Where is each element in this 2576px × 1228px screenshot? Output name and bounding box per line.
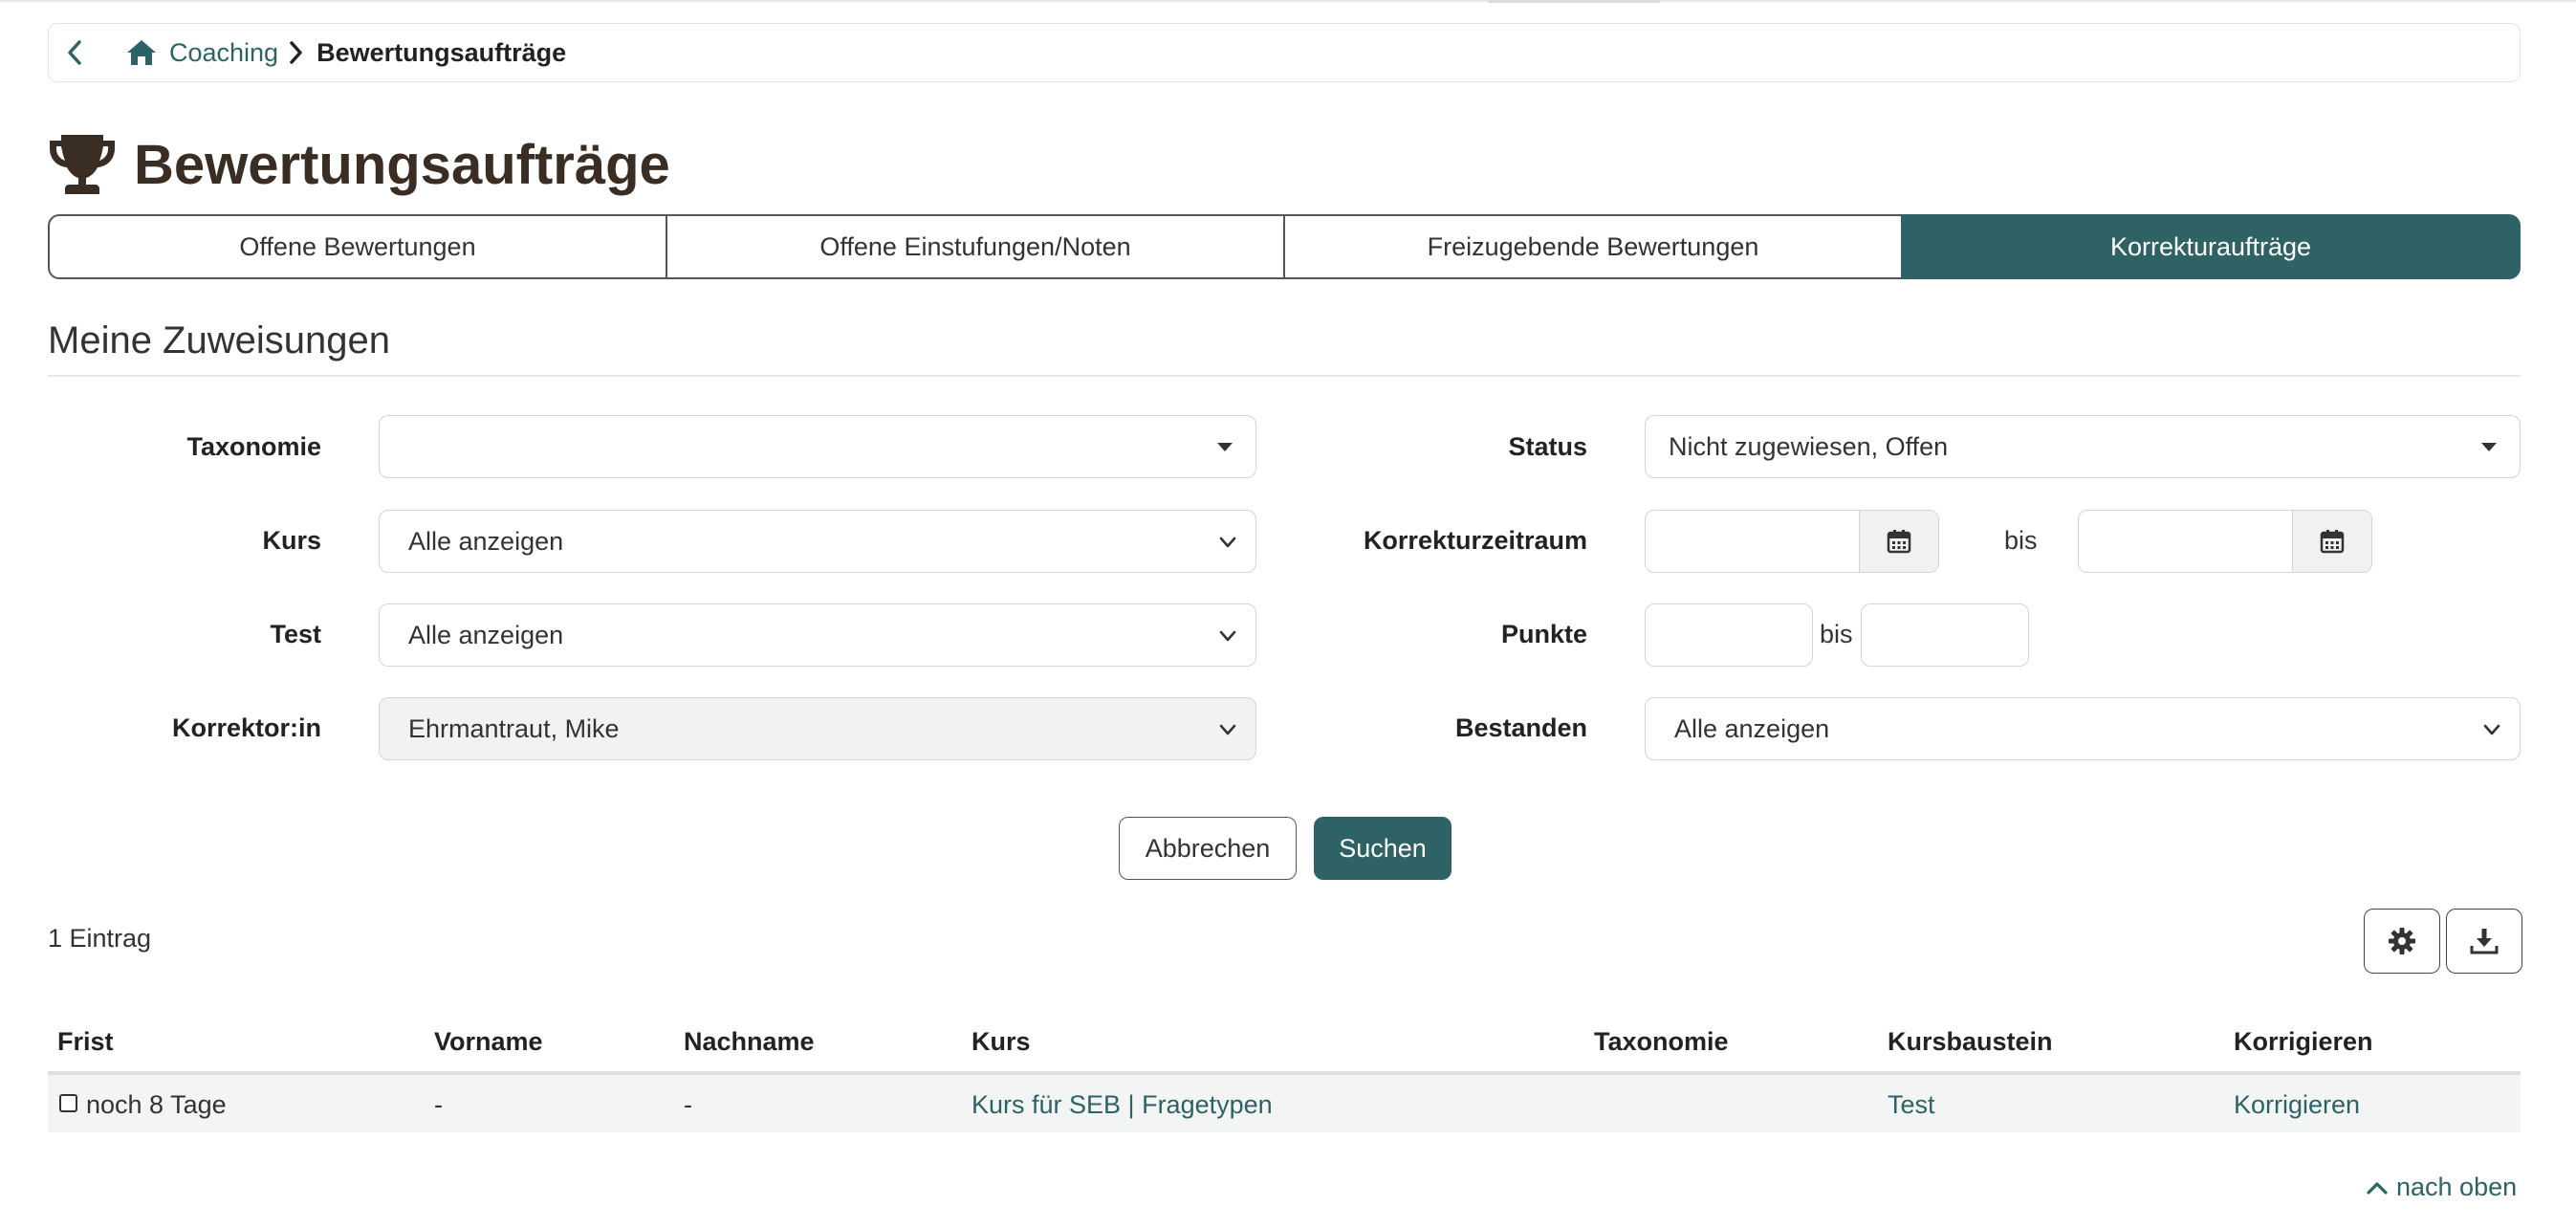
column-header-taxonomie[interactable]: Taxonomie xyxy=(1594,1027,1729,1057)
results-table: Frist Vorname Nachname Kurs Taxonomie Ku… xyxy=(48,1014,2521,1132)
top-divider-segment xyxy=(1488,0,1660,3)
taxonomy-select[interactable] xyxy=(379,415,1256,478)
test-value: Alle anzeigen xyxy=(408,620,564,649)
tab-korrekturauftraege[interactable]: Korrekturaufträge xyxy=(1901,214,2521,279)
period-to-field[interactable] xyxy=(2079,511,2292,572)
tab-offene-bewertungen[interactable]: Offene Bewertungen xyxy=(48,214,667,279)
points-separator: bis xyxy=(1820,620,1853,648)
chevron-up-icon xyxy=(2367,1181,2388,1195)
home-icon[interactable] xyxy=(125,36,158,69)
tab-offene-einstufungen[interactable]: Offene Einstufungen/Noten xyxy=(666,214,1285,279)
status-select[interactable]: Nicht zugewiesen, Offen xyxy=(1645,415,2521,478)
back-to-top-link[interactable]: nach oben xyxy=(2366,1173,2517,1202)
page-title: Bewertungsaufträge xyxy=(48,128,670,201)
chevron-down-icon xyxy=(1219,537,1236,548)
period-label: Korrekturzeitraum xyxy=(1363,526,1587,555)
page-title-text: Bewertungsaufträge xyxy=(134,133,670,196)
caret-down-icon xyxy=(1217,443,1233,451)
section-divider xyxy=(48,375,2521,377)
passed-label: Bestanden xyxy=(1454,713,1587,742)
settings-button[interactable] xyxy=(2364,909,2440,974)
status-label: Status xyxy=(1508,432,1587,461)
breadcrumb-current: Bewertungsaufträge xyxy=(317,37,567,67)
cancel-button[interactable]: Abbrechen xyxy=(1119,817,1297,880)
gear-icon xyxy=(2389,928,2415,954)
points-from-input[interactable] xyxy=(1645,603,1813,667)
period-separator: bis xyxy=(2004,526,2038,555)
section-title: Meine Zuweisungen xyxy=(48,319,390,362)
top-divider xyxy=(0,0,2576,2)
trophy-icon xyxy=(50,135,115,194)
table-header: Frist Vorname Nachname Kurs Taxonomie Ku… xyxy=(48,1014,2521,1075)
tab-bar: Offene Bewertungen Offene Einstufungen/N… xyxy=(48,214,2521,279)
passed-value: Alle anzeigen xyxy=(1674,713,1830,743)
column-header-kurs[interactable]: Kurs xyxy=(971,1027,1031,1057)
chevron-down-icon xyxy=(1219,630,1236,642)
chevron-down-icon xyxy=(1219,724,1236,735)
column-header-vorname[interactable]: Vorname xyxy=(434,1027,543,1057)
cell-nachname: - xyxy=(684,1090,692,1119)
taxonomy-label: Taxonomie xyxy=(186,432,321,461)
table-row: noch 8 Tage - - Kurs für SEB | Fragetype… xyxy=(48,1075,2521,1132)
breadcrumb-link-coaching[interactable]: Coaching xyxy=(169,38,278,68)
course-select[interactable]: Alle anzeigen xyxy=(379,510,1256,573)
test-select[interactable]: Alle anzeigen xyxy=(379,603,1256,667)
page: Coaching Bewertungsaufträge Bewertungsau… xyxy=(0,0,2576,1228)
column-header-frist[interactable]: Frist xyxy=(57,1027,114,1057)
points-to-input[interactable] xyxy=(1861,603,2029,667)
test-label: Test xyxy=(270,620,321,648)
calendar-icon[interactable] xyxy=(2292,511,2371,572)
result-count: 1 Eintrag xyxy=(48,924,152,953)
tab-freizugebende-bewertungen[interactable]: Freizugebende Bewertungen xyxy=(1283,214,1903,279)
breadcrumb: Coaching Bewertungsaufträge xyxy=(48,23,2521,82)
search-button[interactable]: Suchen xyxy=(1314,817,1452,880)
status-value: Nicht zugewiesen, Offen xyxy=(1669,431,1949,461)
corrector-label: Korrektor:in xyxy=(171,713,321,742)
column-header-kursbaustein[interactable]: Kursbaustein xyxy=(1888,1027,2053,1057)
download-icon xyxy=(2470,929,2499,954)
course-label: Kurs xyxy=(262,526,321,555)
points-label: Punkte xyxy=(1500,620,1587,648)
chevron-down-icon xyxy=(2483,724,2500,735)
period-from-input[interactable] xyxy=(1645,510,1939,573)
period-from-field[interactable] xyxy=(1646,511,1859,572)
corrector-value: Ehrmantraut, Mike xyxy=(408,713,620,743)
cell-kursbaustein-link[interactable]: Test xyxy=(1888,1090,1935,1120)
back-chevron-icon[interactable] xyxy=(66,39,100,66)
calendar-icon[interactable] xyxy=(1859,511,1938,572)
column-header-nachname[interactable]: Nachname xyxy=(684,1027,815,1057)
chevron-right-icon xyxy=(288,39,307,66)
corrector-select[interactable]: Ehrmantraut, Mike xyxy=(379,697,1256,760)
column-header-korrigieren: Korrigieren xyxy=(2234,1027,2373,1056)
cell-kurs-link[interactable]: Kurs für SEB | Fragetypen xyxy=(971,1090,1273,1120)
period-to-input[interactable] xyxy=(2078,510,2372,573)
cell-vorname: - xyxy=(434,1090,443,1119)
passed-select[interactable]: Alle anzeigen xyxy=(1645,697,2521,760)
download-button[interactable] xyxy=(2446,909,2522,974)
course-value: Alle anzeigen xyxy=(408,526,564,556)
korrigieren-link[interactable]: Korrigieren xyxy=(2234,1090,2360,1120)
row-checkbox[interactable] xyxy=(59,1094,77,1112)
cell-frist: noch 8 Tage xyxy=(86,1090,227,1119)
caret-down-icon xyxy=(2481,443,2497,451)
back-to-top-label: nach oben xyxy=(2396,1173,2518,1201)
